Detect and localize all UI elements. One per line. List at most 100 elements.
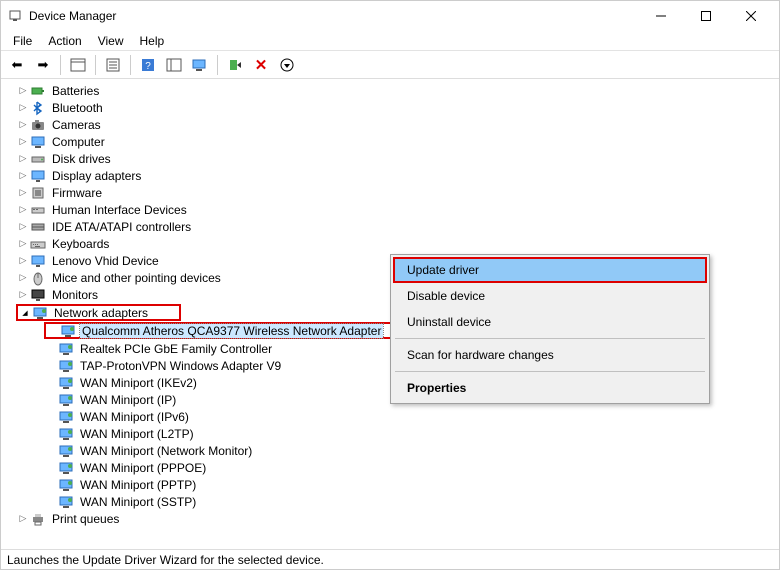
network-icon (58, 426, 74, 442)
ctx-disable-device-label: Disable device (407, 289, 485, 303)
ctx-uninstall-device[interactable]: Uninstall device (393, 309, 707, 335)
tree-category[interactable]: ▷Human Interface Devices (4, 201, 778, 218)
toolbar-separator (95, 55, 96, 75)
tree-category[interactable]: ▷Firmware (4, 184, 778, 201)
toolbar-separator (217, 55, 218, 75)
chevron-right-icon[interactable]: ▷ (16, 220, 30, 234)
tree-item-network-adapter[interactable]: WAN Miniport (PPPOE) (4, 459, 778, 476)
tree-category[interactable]: ▷ Disk drives (4, 150, 778, 167)
show-hidden-button[interactable] (66, 54, 90, 76)
tree-item-network-adapter[interactable]: WAN Miniport (IPv6) (4, 408, 778, 425)
chevron-right-icon[interactable]: ▷ (16, 203, 30, 217)
monitor-icon (30, 287, 46, 303)
network-icon (58, 392, 74, 408)
tree-category[interactable]: ▷Bluetooth (4, 99, 778, 116)
tree-category[interactable]: ▷Cameras (4, 116, 778, 133)
title-bar: Device Manager (1, 1, 779, 31)
chevron-right-icon[interactable]: ▷ (16, 512, 30, 526)
chevron-right-icon[interactable]: ▷ (16, 169, 30, 183)
device-green-icon (228, 58, 242, 72)
ctx-separator (395, 338, 705, 339)
ctx-properties[interactable]: Properties (393, 375, 707, 401)
maximize-button[interactable] (683, 1, 728, 31)
network-icon (32, 305, 48, 321)
ctx-update-driver-label: Update driver (407, 263, 479, 277)
tree-item-network-adapter[interactable]: WAN Miniport (PPTP) (4, 476, 778, 493)
properties-toolbutton[interactable] (101, 54, 125, 76)
arrow-right-icon: ➡ (38, 57, 49, 73)
properties-icon (106, 58, 120, 72)
battery-icon (30, 83, 46, 99)
help-toolbutton[interactable]: ? (136, 54, 160, 76)
tree-node-label: Keyboards (50, 237, 111, 251)
menu-action[interactable]: Action (40, 32, 89, 50)
tree-category[interactable]: ▷Batteries (4, 82, 778, 99)
ctx-separator (395, 371, 705, 372)
uninstall-toolbutton[interactable] (223, 54, 247, 76)
tree-node-label: Disk drives (50, 152, 113, 166)
computer-icon (30, 134, 46, 150)
chevron-right-icon[interactable]: ▷ (16, 101, 30, 115)
down-circle-icon (280, 58, 294, 72)
tree-node-label: WAN Miniport (IP) (78, 393, 178, 407)
chevron-right-icon[interactable]: ▷ (16, 84, 30, 98)
window-title: Device Manager (29, 9, 638, 23)
chevron-down-icon[interactable]: ◢ (18, 306, 32, 320)
expander-empty (44, 342, 58, 356)
menu-help[interactable]: Help (132, 32, 173, 50)
chevron-right-icon[interactable]: ▷ (16, 254, 30, 268)
chevron-right-icon[interactable]: ▷ (16, 271, 30, 285)
ctx-scan-hardware[interactable]: Scan for hardware changes (393, 342, 707, 368)
ctx-update-driver[interactable]: Update driver (393, 257, 707, 283)
menu-view[interactable]: View (90, 32, 132, 50)
tree-container: ▷Batteries▷Bluetooth▷Cameras▷Computer▷Di… (1, 79, 779, 551)
back-button[interactable]: ⬅ (5, 54, 29, 76)
tree-category[interactable]: ▷Computer (4, 133, 778, 150)
tree-category[interactable]: ▷IDE ATA/ATAPI controllers (4, 218, 778, 235)
network-icon (58, 341, 74, 357)
scan-toolbutton2[interactable] (162, 54, 186, 76)
network-icon (58, 358, 74, 374)
tree-category[interactable]: ▷ Print queues (4, 510, 778, 527)
disk-icon (30, 151, 46, 167)
printer-icon (30, 511, 46, 527)
expander-empty (44, 393, 58, 407)
update-driver-toolbutton[interactable] (188, 54, 212, 76)
tree-node-label: Print queues (50, 512, 121, 526)
tree-item-network-adapter[interactable]: Qualcomm Atheros QCA9377 Wireless Networ… (44, 322, 416, 339)
tree-category[interactable]: ▷ Keyboards (4, 235, 778, 252)
hid-icon (30, 202, 46, 218)
chevron-right-icon[interactable]: ▷ (16, 118, 30, 132)
toolbar: ⬅ ➡ ? ✕ (1, 51, 779, 79)
status-bar: Launches the Update Driver Wizard for th… (1, 549, 779, 569)
chevron-right-icon[interactable]: ▷ (16, 135, 30, 149)
forward-button[interactable]: ➡ (31, 54, 55, 76)
tree-node-label: WAN Miniport (PPPOE) (78, 461, 208, 475)
status-text: Launches the Update Driver Wizard for th… (7, 553, 324, 567)
tree-category-network[interactable]: ◢Network adapters (16, 304, 181, 321)
tree-category[interactable]: ▷Display adapters (4, 167, 778, 184)
ctx-disable-device[interactable]: Disable device (393, 283, 707, 309)
chevron-right-icon[interactable]: ▷ (16, 152, 30, 166)
tree-item-network-adapter[interactable]: WAN Miniport (SSTP) (4, 493, 778, 510)
chevron-right-icon[interactable]: ▷ (16, 186, 30, 200)
expander-empty (44, 427, 58, 441)
x-red-icon: ✕ (255, 56, 268, 74)
expander-empty (44, 376, 58, 390)
tree-item-network-adapter[interactable]: WAN Miniport (Network Monitor) (4, 442, 778, 459)
expander-empty (44, 495, 58, 509)
toolbar-separator (60, 55, 61, 75)
tree-node-label: WAN Miniport (Network Monitor) (78, 444, 254, 458)
close-button[interactable] (728, 1, 773, 31)
network-icon (58, 477, 74, 493)
chevron-right-icon[interactable]: ▷ (16, 288, 30, 302)
chevron-right-icon[interactable]: ▷ (16, 237, 30, 251)
tree-item-network-adapter[interactable]: WAN Miniport (L2TP) (4, 425, 778, 442)
menu-file[interactable]: File (5, 32, 40, 50)
scan-hardware-toolbutton[interactable] (275, 54, 299, 76)
minimize-button[interactable] (638, 1, 683, 31)
tree-node-label: WAN Miniport (PPTP) (78, 478, 198, 492)
firmware-icon (30, 185, 46, 201)
disable-toolbutton[interactable]: ✕ (249, 54, 273, 76)
tree-node-label: WAN Miniport (IPv6) (78, 410, 191, 424)
